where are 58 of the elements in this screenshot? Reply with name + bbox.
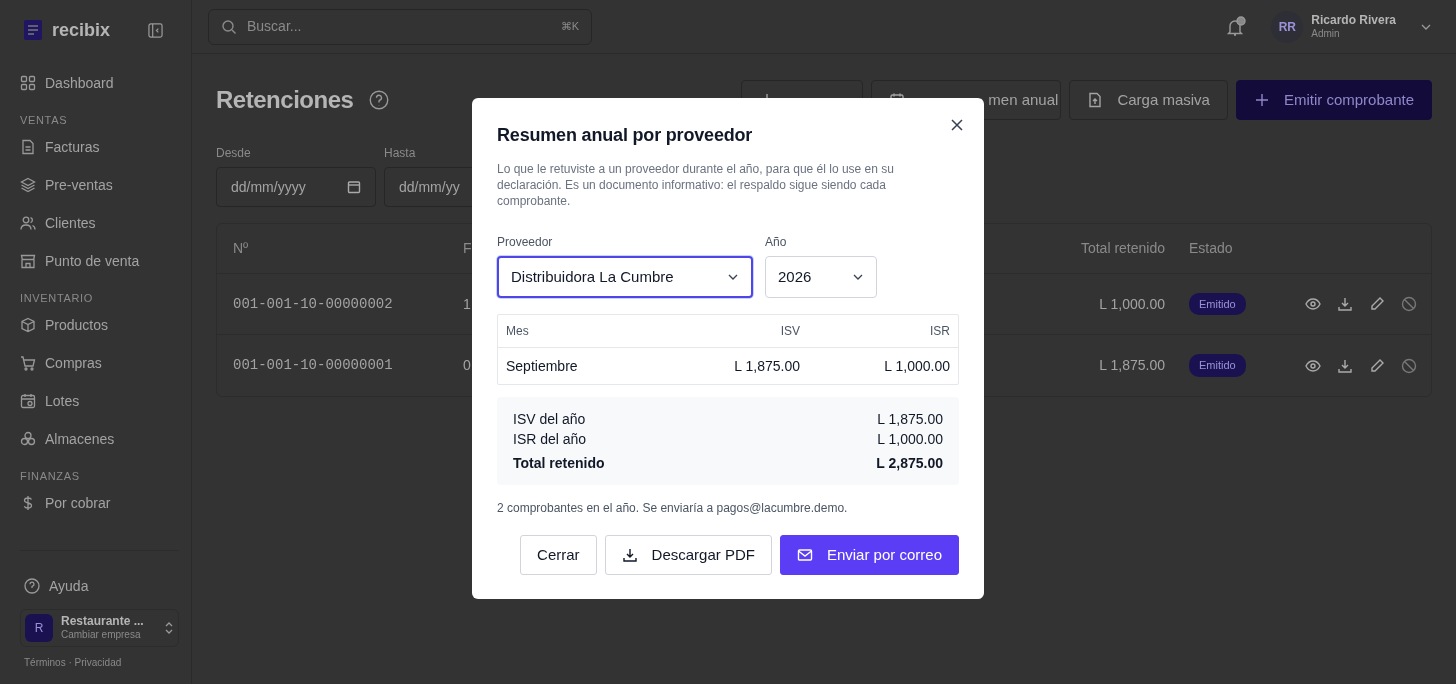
column-header: F	[463, 239, 472, 258]
search-field[interactable]: Buscar... ⌘K	[208, 8, 592, 45]
send-button[interactable]: Enviar por correo	[779, 535, 959, 575]
nav-item[interactable]: Lotes	[20, 382, 80, 420]
nav-item[interactable]: Almacenes	[20, 420, 115, 458]
column-header: ISV	[780, 323, 800, 340]
nav-item[interactable]: Punto de venta	[20, 242, 140, 280]
nav-item[interactable]: Compras	[20, 344, 102, 382]
modal-title: Resumen anual por proveedor	[497, 124, 754, 147]
column-header: ISR	[930, 323, 950, 340]
page-title: Retenciones	[216, 85, 354, 115]
field-label: Año	[765, 234, 787, 251]
column-header: Mes	[506, 323, 529, 340]
download-button[interactable]: Descargar PDF	[604, 535, 772, 575]
column-header: Total retenido	[1080, 239, 1166, 258]
summary-label: ISV del año	[513, 410, 586, 429]
table-cell-text: L 1,000.00	[884, 356, 950, 376]
primary-button[interactable]: Emitir comprobante	[1235, 80, 1432, 120]
column-header: Estado	[1189, 239, 1233, 258]
table-cell-text: Septiembre	[506, 356, 578, 376]
table-cell-text: L 1,875.00	[734, 356, 800, 376]
nav-item[interactable]: Pre-ventas	[20, 166, 113, 204]
summary-label: Total retenido	[513, 454, 605, 473]
nav-item[interactable]: Productos	[20, 306, 109, 344]
column-header: Nº	[233, 239, 249, 258]
section-label: INVENTARIO	[20, 290, 93, 306]
summary-value: L 1,875.00	[877, 410, 943, 429]
footer-links: Términos · Privacidad	[23, 656, 123, 670]
summary-label: ISR del año	[513, 430, 587, 449]
help-link[interactable]: Ayuda	[49, 575, 89, 597]
field-label: Hasta	[384, 145, 416, 162]
nav-item[interactable]: Por cobrar	[20, 484, 111, 522]
year-select[interactable]: 2026	[765, 256, 877, 298]
summary-value: L 1,000.00	[877, 430, 943, 449]
table-cell-text: L 1,000.00	[1099, 294, 1166, 314]
user-menu[interactable]: RR Ricardo Rivera Admin	[1271, 10, 1432, 43]
summary-value: L 2,875.00	[876, 454, 943, 473]
nav-item[interactable]: Clientes	[20, 204, 96, 242]
modal-note: 2 comprobantes en el año. Se enviaría a pagos@lacumbre.demo.	[497, 500, 849, 517]
table-cell-text: 001-001-10-00000002	[233, 294, 393, 314]
section-label: VENTAS	[20, 112, 68, 128]
close-button[interactable]: Cerrar	[520, 535, 597, 575]
field-label: Proveedor	[497, 234, 553, 251]
nav-item[interactable]: Facturas	[20, 128, 100, 166]
action-button[interactable]: Carga masiva	[1069, 80, 1228, 120]
table-cell-text: L 1,875.00	[1099, 356, 1166, 375]
company-switcher[interactable]: R Restaurante ... Cambiar empresa	[20, 609, 179, 647]
supplier-select[interactable]: Distribuidora La Cumbre	[497, 256, 753, 298]
date-field[interactable]: dd/mm/yyyy	[216, 167, 376, 207]
brand-name: recibix	[52, 18, 111, 42]
nav-item[interactable]: Dashboard	[20, 64, 114, 102]
table-cell-text: 1	[463, 294, 471, 314]
status-badge: Emitido	[1189, 354, 1246, 377]
status-badge: Emitido	[1189, 292, 1246, 316]
table-cell-text: 001-001-10-00000001	[233, 356, 393, 375]
section-label: FINANZAS	[20, 468, 80, 484]
field-label: Desde	[216, 145, 251, 162]
table-cell-text: 0	[463, 356, 471, 375]
